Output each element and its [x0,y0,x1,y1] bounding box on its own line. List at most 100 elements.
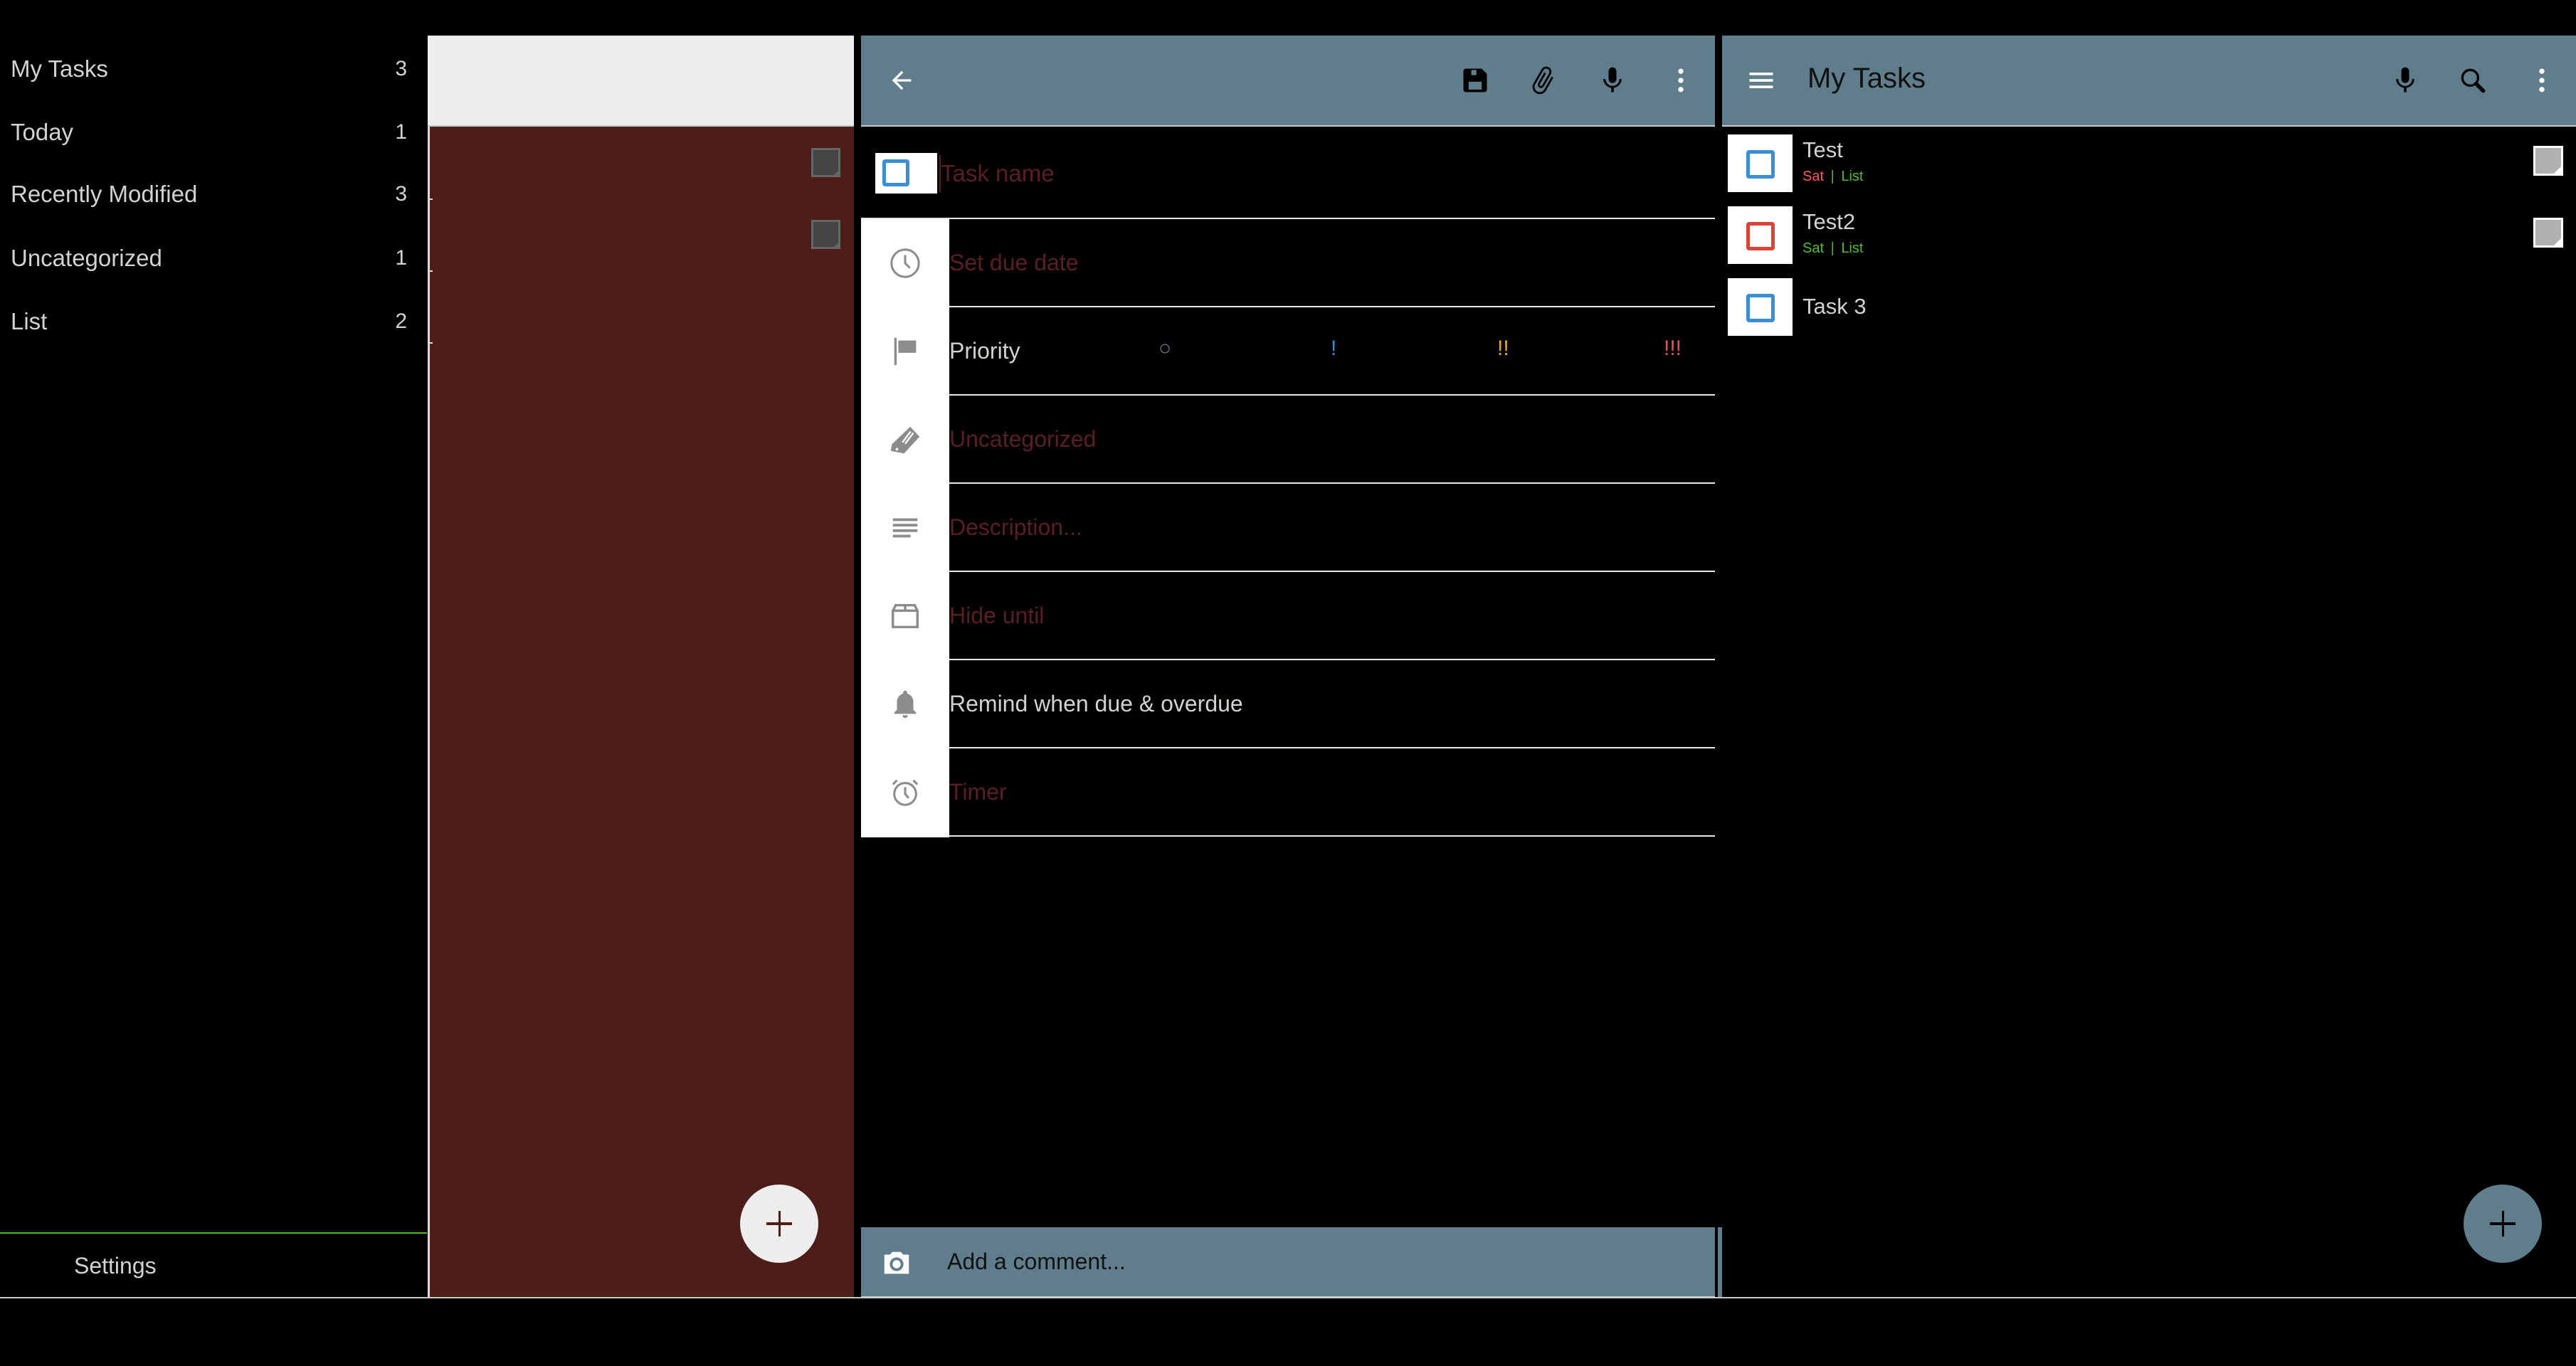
add-task-button[interactable] [2464,1185,2542,1263]
more-options-button[interactable] [2520,59,2563,102]
meta-separator: | [1830,240,1835,256]
task-meta: Sat | List [1802,169,1863,185]
task-row[interactable]: Test Sat | List [1722,134,2576,192]
panel-divider [1715,36,1721,1298]
settings-divider [0,1232,427,1234]
voice-input-button[interactable] [1591,59,1634,102]
voice-search-button[interactable] [2384,59,2427,102]
add-photo-button[interactable] [875,1241,918,1284]
row-divider [429,198,433,200]
priority-low-option[interactable]: ! [1331,337,1336,361]
bottom-divider [0,1297,2576,1298]
tags-row[interactable]: Uncategorized [949,396,1715,482]
task-list-tag[interactable]: List [1841,169,1863,184]
task-checkbox[interactable] [1728,206,1793,264]
checkbox-icon [882,159,909,186]
save-icon [1463,68,1487,92]
row-divider [429,342,433,344]
search-icon [2461,68,2486,93]
mic-icon [2396,67,2414,92]
checkbox-icon [1746,150,1775,179]
plus-icon [2490,1211,2516,1237]
task-list-tag[interactable]: List [1841,240,1863,256]
sidebar-item-count: 2 [395,309,407,333]
priority-high-option[interactable]: !!! [1664,337,1682,361]
timer-row[interactable]: Timer [949,748,1715,835]
sidebar-item-label: Today [11,119,74,145]
navigation-drawer: My Tasks 3 Today 1 Recently Modified 3 U… [0,0,427,1298]
main-toolbar: My Tasks [1722,36,2576,127]
reminder-label: Remind when due & overdue [949,690,1243,716]
settings-label: Settings [74,1253,157,1278]
tags-label: Uncategorized [949,425,1097,452]
bell-icon [887,687,923,722]
settings-button[interactable]: Settings [0,1238,427,1296]
add-task-button[interactable] [740,1185,818,1263]
priority-none-option[interactable]: ○ [1158,337,1171,361]
save-button[interactable] [1454,59,1496,102]
due-date-label: Set due date [949,249,1079,275]
sidebar-item-count: 1 [395,120,407,144]
task-name-input[interactable] [939,155,1652,192]
divider [949,835,1715,837]
sidebar-item-label: Recently Modified [11,181,198,207]
box-icon [887,598,923,634]
sidebar-item-today[interactable]: Today 1 [0,104,427,161]
alarm-icon [887,775,923,810]
back-button[interactable] [880,59,923,102]
task-checkbox[interactable] [1728,278,1793,336]
menu-button[interactable] [1740,59,1783,102]
due-date-row[interactable]: Set due date [949,219,1715,306]
sidebar-item-recently-modified[interactable]: Recently Modified 3 [0,166,427,223]
page-title: My Tasks [1807,63,1926,94]
sidebar-item-uncategorized[interactable]: Uncategorized 1 [0,230,427,287]
attach-icon [1532,66,1554,95]
panel-edge [1718,1227,1722,1298]
timer-label: Timer [949,778,1007,805]
task-title: Task 3 [1802,294,1867,319]
note-icon [811,220,840,249]
description-row[interactable]: Description... [949,484,1715,571]
task-row[interactable]: Task 3 [1722,278,2576,336]
sidebar-item-label: List [11,308,48,334]
task-checkbox[interactable] [1728,134,1793,192]
row-divider [429,270,433,272]
camera-icon [884,1251,909,1274]
hide-until-label: Hide until [949,602,1045,628]
notes-icon [887,510,923,546]
note-icon [811,148,840,177]
task-title: Test [1802,137,1843,162]
hamburger-menu-icon [1749,73,1773,88]
attach-button[interactable] [1521,59,1564,102]
reminder-row[interactable]: Remind when due & overdue [949,660,1715,747]
search-button[interactable] [2451,59,2494,102]
more-vert-icon [2539,68,2545,92]
arrow-back-icon [892,70,912,90]
hide-until-row[interactable]: Hide until [949,572,1715,659]
note-icon [2533,146,2563,176]
checkbox-icon [1746,294,1775,322]
flag-icon [887,334,923,369]
comment-input[interactable] [947,1243,1659,1280]
task-list-panel [428,36,854,1298]
task-editor-toolbar [861,36,1715,127]
more-options-button[interactable] [1659,59,1702,102]
task-complete-checkbox[interactable] [875,153,937,194]
task-title: Test2 [1802,209,1856,234]
task-row[interactable]: Test2 Sat | List [1722,206,2576,264]
sidebar-item-list[interactable]: List 2 [0,293,427,350]
sidebar-item-count: 3 [395,57,407,80]
sidebar-item-my-tasks[interactable]: My Tasks 3 [0,41,427,97]
checkbox-icon [1746,222,1775,250]
task-meta: Sat | List [1802,240,1863,257]
description-label: Description... [949,514,1082,540]
plus-icon [766,1211,792,1237]
tag-icon [887,422,923,457]
clock-icon [887,245,923,281]
sidebar-item-count: 1 [395,246,407,270]
task-due-date: Sat [1802,240,1825,256]
priority-label: Priority [949,337,1020,364]
more-vert-icon [1678,68,1684,92]
priority-medium-option[interactable]: !! [1497,337,1509,361]
sidebar-item-label: Uncategorized [11,245,162,271]
